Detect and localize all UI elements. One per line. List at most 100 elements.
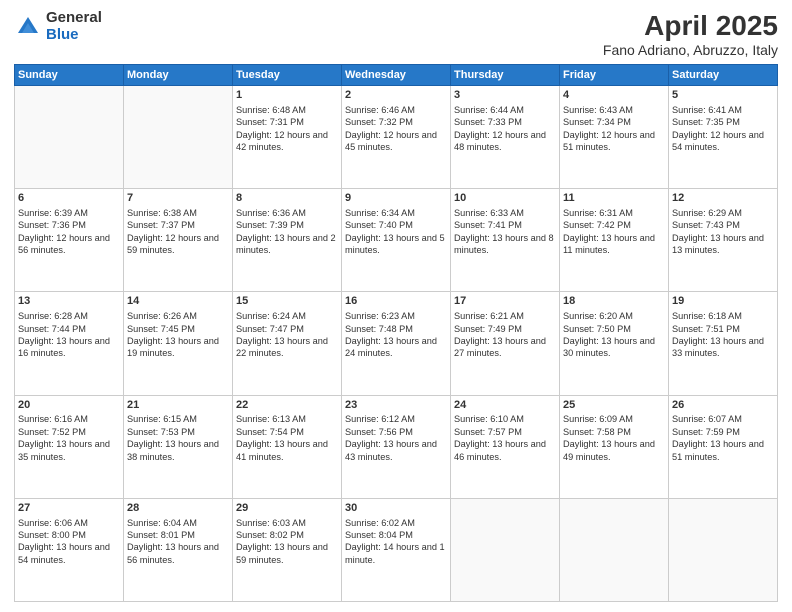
calendar-cell <box>560 498 669 601</box>
calendar-cell: 7Sunrise: 6:38 AMSunset: 7:37 PMDaylight… <box>124 189 233 292</box>
sunrise-text: Sunrise: 6:41 AM <box>672 104 774 116</box>
calendar-cell: 10Sunrise: 6:33 AMSunset: 7:41 PMDayligh… <box>451 189 560 292</box>
page: General Blue April 2025 Fano Adriano, Ab… <box>0 0 792 612</box>
day-number: 12 <box>672 191 774 206</box>
daylight-text: Daylight: 13 hours and 5 minutes. <box>345 232 447 257</box>
sunrise-text: Sunrise: 6:03 AM <box>236 517 338 529</box>
calendar-week-3: 13Sunrise: 6:28 AMSunset: 7:44 PMDayligh… <box>15 292 778 395</box>
calendar-cell: 28Sunrise: 6:04 AMSunset: 8:01 PMDayligh… <box>124 498 233 601</box>
sunset-text: Sunset: 7:56 PM <box>345 426 447 438</box>
day-number: 1 <box>236 88 338 103</box>
calendar-week-2: 6Sunrise: 6:39 AMSunset: 7:36 PMDaylight… <box>15 189 778 292</box>
sunset-text: Sunset: 7:52 PM <box>18 426 120 438</box>
sunset-text: Sunset: 7:34 PM <box>563 116 665 128</box>
sunset-text: Sunset: 7:39 PM <box>236 219 338 231</box>
sunset-text: Sunset: 7:43 PM <box>672 219 774 231</box>
day-number: 29 <box>236 501 338 516</box>
day-number: 25 <box>563 398 665 413</box>
calendar-cell: 24Sunrise: 6:10 AMSunset: 7:57 PMDayligh… <box>451 395 560 498</box>
sunrise-text: Sunrise: 6:16 AM <box>18 413 120 425</box>
day-number: 4 <box>563 88 665 103</box>
day-number: 27 <box>18 501 120 516</box>
daylight-text: Daylight: 13 hours and 16 minutes. <box>18 335 120 360</box>
sunrise-text: Sunrise: 6:20 AM <box>563 310 665 322</box>
sunset-text: Sunset: 8:01 PM <box>127 529 229 541</box>
sunrise-text: Sunrise: 6:10 AM <box>454 413 556 425</box>
logo-general-text: General <box>46 10 102 27</box>
calendar-cell: 2Sunrise: 6:46 AMSunset: 7:32 PMDaylight… <box>342 86 451 189</box>
calendar-cell: 4Sunrise: 6:43 AMSunset: 7:34 PMDaylight… <box>560 86 669 189</box>
daylight-text: Daylight: 13 hours and 43 minutes. <box>345 438 447 463</box>
calendar-cell: 17Sunrise: 6:21 AMSunset: 7:49 PMDayligh… <box>451 292 560 395</box>
sunrise-text: Sunrise: 6:13 AM <box>236 413 338 425</box>
calendar-cell: 19Sunrise: 6:18 AMSunset: 7:51 PMDayligh… <box>669 292 778 395</box>
day-number: 18 <box>563 294 665 309</box>
daylight-text: Daylight: 13 hours and 8 minutes. <box>454 232 556 257</box>
calendar-table: Sunday Monday Tuesday Wednesday Thursday… <box>14 64 778 602</box>
day-number: 28 <box>127 501 229 516</box>
sunrise-text: Sunrise: 6:34 AM <box>345 207 447 219</box>
daylight-text: Daylight: 13 hours and 56 minutes. <box>127 541 229 566</box>
sunrise-text: Sunrise: 6:04 AM <box>127 517 229 529</box>
sunset-text: Sunset: 7:40 PM <box>345 219 447 231</box>
day-number: 7 <box>127 191 229 206</box>
header: General Blue April 2025 Fano Adriano, Ab… <box>14 10 778 58</box>
sunrise-text: Sunrise: 6:43 AM <box>563 104 665 116</box>
sunrise-text: Sunrise: 6:48 AM <box>236 104 338 116</box>
daylight-text: Daylight: 13 hours and 33 minutes. <box>672 335 774 360</box>
calendar-cell: 5Sunrise: 6:41 AMSunset: 7:35 PMDaylight… <box>669 86 778 189</box>
sunset-text: Sunset: 7:58 PM <box>563 426 665 438</box>
sunset-text: Sunset: 7:35 PM <box>672 116 774 128</box>
daylight-text: Daylight: 13 hours and 49 minutes. <box>563 438 665 463</box>
calendar-cell: 14Sunrise: 6:26 AMSunset: 7:45 PMDayligh… <box>124 292 233 395</box>
sunset-text: Sunset: 7:49 PM <box>454 323 556 335</box>
calendar-week-5: 27Sunrise: 6:06 AMSunset: 8:00 PMDayligh… <box>15 498 778 601</box>
month-title: April 2025 <box>603 10 778 42</box>
sunrise-text: Sunrise: 6:44 AM <box>454 104 556 116</box>
daylight-text: Daylight: 13 hours and 35 minutes. <box>18 438 120 463</box>
title-block: April 2025 Fano Adriano, Abruzzo, Italy <box>603 10 778 58</box>
day-number: 11 <box>563 191 665 206</box>
logo: General Blue <box>14 10 102 43</box>
calendar-cell: 18Sunrise: 6:20 AMSunset: 7:50 PMDayligh… <box>560 292 669 395</box>
day-number: 26 <box>672 398 774 413</box>
daylight-text: Daylight: 12 hours and 56 minutes. <box>18 232 120 257</box>
sunrise-text: Sunrise: 6:07 AM <box>672 413 774 425</box>
header-friday: Friday <box>560 65 669 86</box>
day-number: 10 <box>454 191 556 206</box>
sunrise-text: Sunrise: 6:31 AM <box>563 207 665 219</box>
day-number: 6 <box>18 191 120 206</box>
day-number: 20 <box>18 398 120 413</box>
day-number: 5 <box>672 88 774 103</box>
sunset-text: Sunset: 7:33 PM <box>454 116 556 128</box>
calendar-cell <box>15 86 124 189</box>
sunset-text: Sunset: 7:50 PM <box>563 323 665 335</box>
sunset-text: Sunset: 7:41 PM <box>454 219 556 231</box>
calendar-cell: 30Sunrise: 6:02 AMSunset: 8:04 PMDayligh… <box>342 498 451 601</box>
daylight-text: Daylight: 13 hours and 59 minutes. <box>236 541 338 566</box>
sunrise-text: Sunrise: 6:12 AM <box>345 413 447 425</box>
daylight-text: Daylight: 13 hours and 30 minutes. <box>563 335 665 360</box>
day-number: 24 <box>454 398 556 413</box>
sunset-text: Sunset: 7:47 PM <box>236 323 338 335</box>
sunrise-text: Sunrise: 6:36 AM <box>236 207 338 219</box>
sunrise-text: Sunrise: 6:26 AM <box>127 310 229 322</box>
day-number: 23 <box>345 398 447 413</box>
day-number: 14 <box>127 294 229 309</box>
logo-icon <box>14 13 42 41</box>
sunrise-text: Sunrise: 6:21 AM <box>454 310 556 322</box>
sunset-text: Sunset: 7:48 PM <box>345 323 447 335</box>
sunset-text: Sunset: 7:57 PM <box>454 426 556 438</box>
calendar-cell: 6Sunrise: 6:39 AMSunset: 7:36 PMDaylight… <box>15 189 124 292</box>
daylight-text: Daylight: 12 hours and 59 minutes. <box>127 232 229 257</box>
day-number: 22 <box>236 398 338 413</box>
sunset-text: Sunset: 7:37 PM <box>127 219 229 231</box>
daylight-text: Daylight: 12 hours and 51 minutes. <box>563 129 665 154</box>
sunset-text: Sunset: 8:02 PM <box>236 529 338 541</box>
daylight-text: Daylight: 13 hours and 24 minutes. <box>345 335 447 360</box>
sunrise-text: Sunrise: 6:33 AM <box>454 207 556 219</box>
daylight-text: Daylight: 12 hours and 42 minutes. <box>236 129 338 154</box>
day-number: 3 <box>454 88 556 103</box>
daylight-text: Daylight: 13 hours and 2 minutes. <box>236 232 338 257</box>
sunset-text: Sunset: 8:04 PM <box>345 529 447 541</box>
